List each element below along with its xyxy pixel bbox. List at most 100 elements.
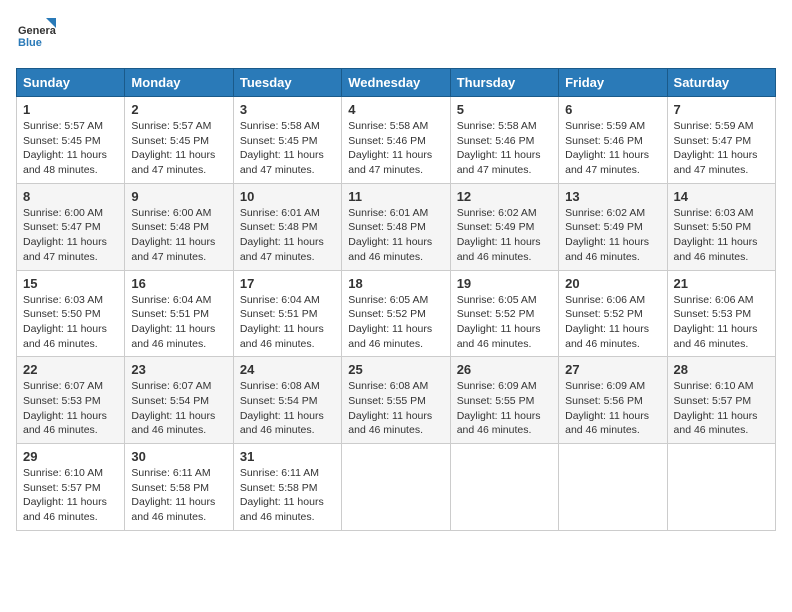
sunrise-label: Sunrise: 5:58 AM bbox=[348, 120, 428, 132]
day-number: 29 bbox=[23, 449, 118, 464]
day-number: 17 bbox=[240, 276, 335, 291]
calendar-cell: 7 Sunrise: 5:59 AM Sunset: 5:47 PM Dayli… bbox=[667, 97, 775, 184]
sunset-label: Sunset: 5:45 PM bbox=[23, 135, 101, 147]
daylight-label: Daylight: 11 hours and 46 minutes. bbox=[674, 410, 758, 437]
sunrise-label: Sunrise: 6:01 AM bbox=[240, 207, 320, 219]
daylight-label: Daylight: 11 hours and 47 minutes. bbox=[131, 149, 215, 176]
day-number: 7 bbox=[674, 102, 769, 117]
sunrise-label: Sunrise: 6:10 AM bbox=[674, 380, 754, 392]
daylight-label: Daylight: 11 hours and 47 minutes. bbox=[23, 236, 107, 263]
week-row-3: 15 Sunrise: 6:03 AM Sunset: 5:50 PM Dayl… bbox=[17, 270, 776, 357]
day-number: 9 bbox=[131, 189, 226, 204]
svg-text:Blue: Blue bbox=[18, 37, 42, 49]
sunrise-label: Sunrise: 5:59 AM bbox=[565, 120, 645, 132]
sunset-label: Sunset: 5:57 PM bbox=[674, 395, 752, 407]
logo-svg: General Blue bbox=[16, 16, 56, 56]
day-info: Sunrise: 6:08 AM Sunset: 5:55 PM Dayligh… bbox=[348, 379, 443, 438]
sunset-label: Sunset: 5:54 PM bbox=[240, 395, 318, 407]
daylight-label: Daylight: 11 hours and 46 minutes. bbox=[23, 323, 107, 350]
sunset-label: Sunset: 5:46 PM bbox=[565, 135, 643, 147]
sunset-label: Sunset: 5:50 PM bbox=[674, 221, 752, 233]
day-number: 23 bbox=[131, 362, 226, 377]
sunset-label: Sunset: 5:45 PM bbox=[131, 135, 209, 147]
daylight-label: Daylight: 11 hours and 48 minutes. bbox=[23, 149, 107, 176]
day-number: 26 bbox=[457, 362, 552, 377]
day-info: Sunrise: 6:10 AM Sunset: 5:57 PM Dayligh… bbox=[674, 379, 769, 438]
daylight-label: Daylight: 11 hours and 46 minutes. bbox=[348, 410, 432, 437]
day-info: Sunrise: 6:08 AM Sunset: 5:54 PM Dayligh… bbox=[240, 379, 335, 438]
calendar-cell: 21 Sunrise: 6:06 AM Sunset: 5:53 PM Dayl… bbox=[667, 270, 775, 357]
day-info: Sunrise: 6:03 AM Sunset: 5:50 PM Dayligh… bbox=[23, 293, 118, 352]
calendar-cell: 22 Sunrise: 6:07 AM Sunset: 5:53 PM Dayl… bbox=[17, 357, 125, 444]
calendar-table: SundayMondayTuesdayWednesdayThursdayFrid… bbox=[16, 68, 776, 531]
calendar-cell: 8 Sunrise: 6:00 AM Sunset: 5:47 PM Dayli… bbox=[17, 183, 125, 270]
day-info: Sunrise: 6:02 AM Sunset: 5:49 PM Dayligh… bbox=[457, 206, 552, 265]
day-number: 21 bbox=[674, 276, 769, 291]
sunset-label: Sunset: 5:48 PM bbox=[348, 221, 426, 233]
sunrise-label: Sunrise: 5:59 AM bbox=[674, 120, 754, 132]
sunrise-label: Sunrise: 6:06 AM bbox=[674, 294, 754, 306]
sunset-label: Sunset: 5:56 PM bbox=[565, 395, 643, 407]
day-info: Sunrise: 6:01 AM Sunset: 5:48 PM Dayligh… bbox=[240, 206, 335, 265]
sunrise-label: Sunrise: 5:58 AM bbox=[457, 120, 537, 132]
sunset-label: Sunset: 5:48 PM bbox=[240, 221, 318, 233]
sunrise-label: Sunrise: 6:07 AM bbox=[23, 380, 103, 392]
sunset-label: Sunset: 5:55 PM bbox=[348, 395, 426, 407]
sunset-label: Sunset: 5:46 PM bbox=[457, 135, 535, 147]
header-monday: Monday bbox=[125, 69, 233, 97]
day-info: Sunrise: 5:57 AM Sunset: 5:45 PM Dayligh… bbox=[23, 119, 118, 178]
day-number: 25 bbox=[348, 362, 443, 377]
week-row-5: 29 Sunrise: 6:10 AM Sunset: 5:57 PM Dayl… bbox=[17, 444, 776, 531]
sunset-label: Sunset: 5:52 PM bbox=[457, 308, 535, 320]
week-row-1: 1 Sunrise: 5:57 AM Sunset: 5:45 PM Dayli… bbox=[17, 97, 776, 184]
logo: General Blue bbox=[16, 16, 56, 56]
daylight-label: Daylight: 11 hours and 46 minutes. bbox=[674, 323, 758, 350]
day-info: Sunrise: 6:02 AM Sunset: 5:49 PM Dayligh… bbox=[565, 206, 660, 265]
day-info: Sunrise: 6:07 AM Sunset: 5:54 PM Dayligh… bbox=[131, 379, 226, 438]
day-info: Sunrise: 6:07 AM Sunset: 5:53 PM Dayligh… bbox=[23, 379, 118, 438]
sunrise-label: Sunrise: 6:05 AM bbox=[348, 294, 428, 306]
calendar-cell: 24 Sunrise: 6:08 AM Sunset: 5:54 PM Dayl… bbox=[233, 357, 341, 444]
day-info: Sunrise: 6:01 AM Sunset: 5:48 PM Dayligh… bbox=[348, 206, 443, 265]
sunrise-label: Sunrise: 6:10 AM bbox=[23, 467, 103, 479]
calendar-cell: 6 Sunrise: 5:59 AM Sunset: 5:46 PM Dayli… bbox=[559, 97, 667, 184]
day-number: 31 bbox=[240, 449, 335, 464]
day-info: Sunrise: 6:09 AM Sunset: 5:55 PM Dayligh… bbox=[457, 379, 552, 438]
header-row: SundayMondayTuesdayWednesdayThursdayFrid… bbox=[17, 69, 776, 97]
calendar-cell: 31 Sunrise: 6:11 AM Sunset: 5:58 PM Dayl… bbox=[233, 444, 341, 531]
daylight-label: Daylight: 11 hours and 46 minutes. bbox=[674, 236, 758, 263]
header-friday: Friday bbox=[559, 69, 667, 97]
sunset-label: Sunset: 5:58 PM bbox=[240, 482, 318, 494]
calendar-cell bbox=[342, 444, 450, 531]
sunset-label: Sunset: 5:57 PM bbox=[23, 482, 101, 494]
sunset-label: Sunset: 5:50 PM bbox=[23, 308, 101, 320]
sunrise-label: Sunrise: 5:57 AM bbox=[23, 120, 103, 132]
sunset-label: Sunset: 5:48 PM bbox=[131, 221, 209, 233]
sunset-label: Sunset: 5:54 PM bbox=[131, 395, 209, 407]
calendar-cell bbox=[667, 444, 775, 531]
daylight-label: Daylight: 11 hours and 46 minutes. bbox=[240, 323, 324, 350]
daylight-label: Daylight: 11 hours and 46 minutes. bbox=[457, 236, 541, 263]
day-info: Sunrise: 6:03 AM Sunset: 5:50 PM Dayligh… bbox=[674, 206, 769, 265]
daylight-label: Daylight: 11 hours and 46 minutes. bbox=[457, 323, 541, 350]
day-number: 6 bbox=[565, 102, 660, 117]
week-row-2: 8 Sunrise: 6:00 AM Sunset: 5:47 PM Dayli… bbox=[17, 183, 776, 270]
daylight-label: Daylight: 11 hours and 46 minutes. bbox=[565, 410, 649, 437]
sunrise-label: Sunrise: 6:01 AM bbox=[348, 207, 428, 219]
sunset-label: Sunset: 5:52 PM bbox=[348, 308, 426, 320]
day-info: Sunrise: 6:06 AM Sunset: 5:52 PM Dayligh… bbox=[565, 293, 660, 352]
sunrise-label: Sunrise: 6:09 AM bbox=[457, 380, 537, 392]
day-number: 5 bbox=[457, 102, 552, 117]
sunrise-label: Sunrise: 5:58 AM bbox=[240, 120, 320, 132]
daylight-label: Daylight: 11 hours and 47 minutes. bbox=[348, 149, 432, 176]
day-info: Sunrise: 5:57 AM Sunset: 5:45 PM Dayligh… bbox=[131, 119, 226, 178]
day-number: 11 bbox=[348, 189, 443, 204]
calendar-cell: 3 Sunrise: 5:58 AM Sunset: 5:45 PM Dayli… bbox=[233, 97, 341, 184]
calendar-cell: 26 Sunrise: 6:09 AM Sunset: 5:55 PM Dayl… bbox=[450, 357, 558, 444]
daylight-label: Daylight: 11 hours and 47 minutes. bbox=[565, 149, 649, 176]
day-number: 28 bbox=[674, 362, 769, 377]
daylight-label: Daylight: 11 hours and 47 minutes. bbox=[674, 149, 758, 176]
sunrise-label: Sunrise: 6:11 AM bbox=[240, 467, 319, 479]
calendar-cell: 5 Sunrise: 5:58 AM Sunset: 5:46 PM Dayli… bbox=[450, 97, 558, 184]
day-number: 30 bbox=[131, 449, 226, 464]
